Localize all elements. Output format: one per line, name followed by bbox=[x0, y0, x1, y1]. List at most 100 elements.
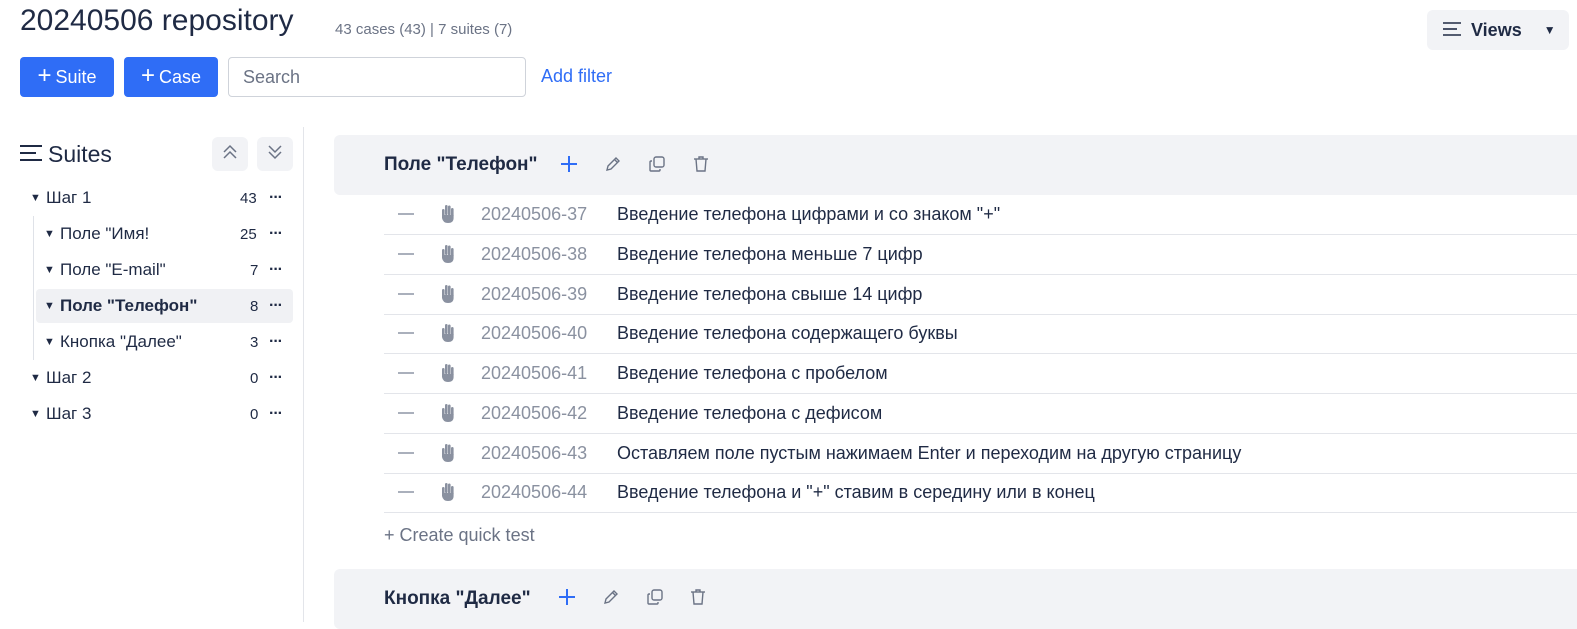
hand-icon bbox=[440, 284, 456, 309]
plus-icon bbox=[558, 588, 576, 611]
views-button[interactable]: Views ▼ bbox=[1427, 10, 1569, 50]
delete-suite-button[interactable] bbox=[690, 155, 712, 177]
case-title[interactable]: Введение телефона и "+" ставим в середин… bbox=[617, 482, 1095, 503]
case-id[interactable]: 20240506-43 bbox=[481, 443, 587, 464]
sidebar-item-count: 8 bbox=[250, 297, 259, 315]
case-title[interactable]: Введение телефона цифрами и со знаком "+… bbox=[617, 204, 1000, 225]
case-id[interactable]: 20240506-41 bbox=[481, 363, 587, 384]
case-id[interactable]: 20240506-44 bbox=[481, 482, 587, 503]
search-input[interactable] bbox=[228, 57, 526, 97]
delete-suite-button[interactable] bbox=[687, 588, 709, 610]
edit-suite-button[interactable] bbox=[602, 155, 624, 177]
dash-icon bbox=[398, 253, 414, 255]
case-title[interactable]: Введение телефона с пробелом bbox=[617, 363, 888, 384]
case-row[interactable]: 20240506-40 Введение телефона содержащег… bbox=[384, 314, 1577, 354]
dash-icon bbox=[398, 213, 414, 215]
chevron-down-icon: ▼ bbox=[1543, 23, 1556, 37]
sidebar-item-count: 0 bbox=[250, 369, 259, 387]
collapse-all-button[interactable] bbox=[212, 137, 248, 171]
more-icon[interactable]: ··· bbox=[269, 297, 283, 315]
more-icon[interactable]: ··· bbox=[269, 369, 283, 387]
suite-title: Кнопка "Далее" bbox=[384, 588, 531, 609]
case-row[interactable]: 20240506-43 Оставляем поле пустым нажима… bbox=[384, 434, 1577, 474]
sidebar-item-label: Поле "Телефон" bbox=[60, 296, 198, 315]
dash-icon bbox=[398, 293, 414, 295]
dash-icon bbox=[398, 491, 414, 493]
dash-icon bbox=[398, 372, 414, 374]
sidebar-item-count: 25 bbox=[240, 225, 257, 243]
suites-title: Suites bbox=[48, 141, 112, 167]
copy-suite-button[interactable] bbox=[646, 155, 668, 177]
suite-title: Поле "Телефон" bbox=[384, 154, 538, 175]
more-icon[interactable]: ··· bbox=[269, 333, 283, 351]
sidebar-divider bbox=[303, 127, 304, 622]
case-title[interactable]: Введение телефона с дефисом bbox=[617, 403, 882, 424]
caret-down-icon: ▼ bbox=[44, 228, 55, 240]
copy-icon bbox=[646, 588, 664, 611]
case-title[interactable]: Введение телефона содержащего буквы bbox=[617, 323, 958, 344]
tree-guide-line bbox=[33, 216, 34, 360]
add-case-to-suite-button[interactable] bbox=[556, 588, 578, 610]
add-suite-button[interactable]: + Suite bbox=[20, 57, 114, 97]
expand-all-icon bbox=[267, 144, 283, 165]
sidebar-item-label: Поле "Имя! bbox=[60, 224, 150, 243]
dash-icon bbox=[398, 452, 414, 454]
hand-icon bbox=[440, 323, 456, 348]
copy-suite-button[interactable] bbox=[644, 588, 666, 610]
add-case-button[interactable]: + Case bbox=[124, 57, 218, 97]
add-case-label: Case bbox=[158, 66, 202, 87]
caret-down-icon: ▼ bbox=[30, 408, 41, 420]
plus-icon: + bbox=[140, 62, 155, 89]
expand-all-button[interactable] bbox=[257, 137, 293, 171]
case-id[interactable]: 20240506-42 bbox=[481, 403, 587, 424]
case-row[interactable]: 20240506-44 Введение телефона и "+" став… bbox=[384, 473, 1577, 513]
edit-suite-button[interactable] bbox=[600, 588, 622, 610]
more-icon[interactable]: ··· bbox=[269, 225, 283, 243]
sidebar-item-step-1[interactable]: ▼ Шаг 1 43 ··· bbox=[30, 181, 292, 215]
caret-down-icon: ▼ bbox=[44, 264, 55, 276]
create-quick-test-link[interactable]: + Create quick test bbox=[384, 525, 535, 546]
case-id[interactable]: 20240506-37 bbox=[481, 204, 587, 225]
case-row[interactable]: 20240506-41 Введение телефона с пробелом bbox=[384, 354, 1577, 394]
sidebar-item-next-button[interactable]: ▼ Кнопка "Далее" 3 ··· bbox=[44, 325, 292, 359]
more-icon[interactable]: ··· bbox=[269, 405, 283, 423]
more-icon[interactable]: ··· bbox=[269, 189, 283, 207]
case-title[interactable]: Введение телефона свыше 14 цифр bbox=[617, 284, 922, 305]
sidebar-item-email-field[interactable]: ▼ Поле "E-mail" 7 ··· bbox=[44, 253, 292, 287]
trash-icon bbox=[689, 588, 707, 611]
case-row[interactable]: 20240506-37 Введение телефона цифрами и … bbox=[384, 195, 1577, 235]
caret-down-icon: ▼ bbox=[44, 336, 55, 348]
sidebar-item-step-2[interactable]: ▼ Шаг 2 0 ··· bbox=[30, 361, 292, 395]
repository-stats: 43 cases (43) | 7 suites (7) bbox=[335, 21, 513, 38]
sidebar-item-label: Шаг 1 bbox=[46, 188, 92, 207]
add-case-to-suite-button[interactable] bbox=[558, 155, 580, 177]
dash-icon bbox=[398, 412, 414, 414]
pencil-icon bbox=[604, 155, 622, 178]
case-title[interactable]: Оставляем поле пустым нажимаем Enter и п… bbox=[617, 443, 1241, 464]
plus-icon bbox=[560, 155, 578, 178]
sidebar-item-step-3[interactable]: ▼ Шаг 3 0 ··· bbox=[30, 397, 292, 431]
page-title: 20240506 repository bbox=[20, 4, 294, 37]
case-id[interactable]: 20240506-39 bbox=[481, 284, 587, 305]
sidebar-item-label: Шаг 3 bbox=[46, 404, 92, 423]
caret-down-icon: ▼ bbox=[30, 372, 41, 384]
add-filter-link[interactable]: Add filter bbox=[541, 66, 612, 87]
suites-header: Suites bbox=[20, 141, 112, 168]
sidebar-item-label: Поле "E-mail" bbox=[60, 260, 166, 279]
sidebar-item-count: 7 bbox=[250, 261, 259, 279]
case-row[interactable]: 20240506-39 Введение телефона свыше 14 ц… bbox=[384, 275, 1577, 315]
hand-icon bbox=[440, 204, 456, 229]
case-title[interactable]: Введение телефона меньше 7 цифр bbox=[617, 244, 923, 265]
plus-icon: + bbox=[37, 62, 52, 89]
copy-icon bbox=[648, 155, 666, 178]
case-row[interactable]: 20240506-38 Введение телефона меньше 7 ц… bbox=[384, 235, 1577, 275]
hand-icon bbox=[440, 443, 456, 468]
list-icon bbox=[20, 141, 42, 168]
case-id[interactable]: 20240506-38 bbox=[481, 244, 587, 265]
sidebar-item-phone-field[interactable]: ▼ Поле "Телефон" 8 ··· bbox=[36, 289, 293, 323]
case-row[interactable]: 20240506-42 Введение телефона с дефисом bbox=[384, 394, 1577, 434]
views-label: Views bbox=[1471, 19, 1522, 40]
sidebar-item-name-field[interactable]: ▼ Поле "Имя! 25 ··· bbox=[44, 217, 292, 251]
more-icon[interactable]: ··· bbox=[269, 261, 283, 279]
case-id[interactable]: 20240506-40 bbox=[481, 323, 587, 344]
